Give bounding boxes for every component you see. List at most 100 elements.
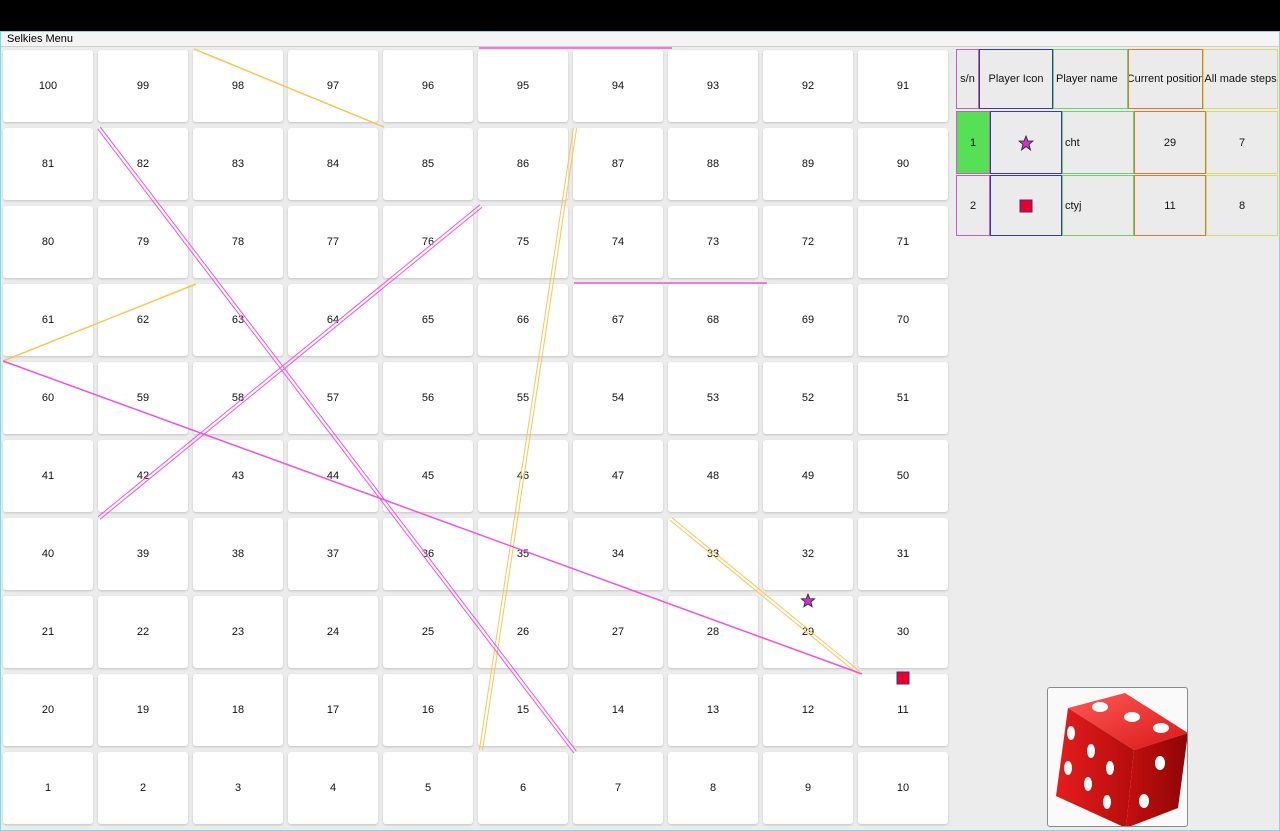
board-cell-74: 74 [573, 206, 663, 278]
board-cell-62: 62 [98, 284, 188, 356]
board-cell-27: 27 [573, 596, 663, 668]
board-cell-46: 46 [478, 440, 568, 512]
board-cell-81: 81 [3, 128, 93, 200]
board-cell-56: 56 [383, 362, 473, 434]
player-2-steps: 8 [1206, 175, 1278, 236]
star-icon [1018, 134, 1034, 151]
dice-icon [1056, 693, 1188, 828]
board-cell-57: 57 [288, 362, 378, 434]
player-1-icon-cell [990, 111, 1062, 174]
dice-button[interactable] [1047, 687, 1188, 828]
board-cell-19: 19 [98, 674, 188, 746]
board-cell-25: 25 [383, 596, 473, 668]
board-cell-33: 33 [668, 518, 758, 590]
board-cell-7: 7 [573, 752, 663, 824]
board-cell-15: 15 [478, 674, 568, 746]
board-cell-80: 80 [3, 206, 93, 278]
board-cell-1: 1 [3, 752, 93, 824]
board-cell-96: 96 [383, 50, 473, 122]
board-cell-93: 93 [668, 50, 758, 122]
board-cell-75: 75 [478, 206, 568, 278]
board-cell-42: 42 [98, 440, 188, 512]
board-cell-87: 87 [573, 128, 663, 200]
board-cell-32: 32 [763, 518, 853, 590]
board-cell-45: 45 [383, 440, 473, 512]
board-cell-14: 14 [573, 674, 663, 746]
board-cell-31: 31 [858, 518, 948, 590]
board-cell-30: 30 [858, 596, 948, 668]
menu-bar[interactable]: Selkies Menu [1, 32, 1279, 47]
board-cell-59: 59 [98, 362, 188, 434]
player-2-position: 11 [1134, 175, 1206, 236]
player-2-sn: 2 [956, 175, 990, 236]
square-icon [1019, 199, 1033, 212]
board-cell-65: 65 [383, 284, 473, 356]
board-cell-71: 71 [858, 206, 948, 278]
board-cell-6: 6 [478, 752, 568, 824]
board-cell-34: 34 [573, 518, 663, 590]
board-cell-35: 35 [478, 518, 568, 590]
header-player-name: Player name [1053, 49, 1128, 109]
board-cell-49: 49 [763, 440, 853, 512]
board-cell-22: 22 [98, 596, 188, 668]
board-cell-70: 70 [858, 284, 948, 356]
game-board: 100 99 98 97 96 95 94 93 92 91 81 82 83 84 85 86 87 88 89 9… [0, 46, 955, 831]
header-sn: s/n [956, 49, 979, 109]
board-cell-43: 43 [193, 440, 283, 512]
board-cell-8: 8 [668, 752, 758, 824]
board-cell-67: 67 [573, 284, 663, 356]
header-current-position: Current position [1128, 49, 1203, 109]
board-cell-18: 18 [193, 674, 283, 746]
board-cell-48: 48 [668, 440, 758, 512]
board-cell-52: 52 [763, 362, 853, 434]
board-cell-47: 47 [573, 440, 663, 512]
board-cell-97: 97 [288, 50, 378, 122]
board-cell-54: 54 [573, 362, 663, 434]
board-cell-50: 50 [858, 440, 948, 512]
header-all-made-steps: All made steps [1203, 49, 1278, 109]
player-1-name: cht [1062, 111, 1134, 174]
board-cell-23: 23 [193, 596, 283, 668]
board-cell-61: 61 [3, 284, 93, 356]
board-cell-13: 13 [668, 674, 758, 746]
board-cell-28: 28 [668, 596, 758, 668]
board-cell-83: 83 [193, 128, 283, 200]
board-cell-21: 21 [3, 596, 93, 668]
board-cell-94: 94 [573, 50, 663, 122]
board-cell-40: 40 [3, 518, 93, 590]
board-cell-5: 5 [383, 752, 473, 824]
menu-title[interactable]: Selkies Menu [1, 33, 73, 45]
board-cell-11: 11 [858, 674, 948, 746]
board-cell-2: 2 [98, 752, 188, 824]
board-cell-66: 66 [478, 284, 568, 356]
board-cell-88: 88 [668, 128, 758, 200]
board-cell-77: 77 [288, 206, 378, 278]
board-cell-51: 51 [858, 362, 948, 434]
player-1-position: 29 [1134, 111, 1206, 174]
board-cell-85: 85 [383, 128, 473, 200]
board-cell-24: 24 [288, 596, 378, 668]
board-cell-84: 84 [288, 128, 378, 200]
board-cell-60: 60 [3, 362, 93, 434]
board-cell-38: 38 [193, 518, 283, 590]
board-cell-86: 86 [478, 128, 568, 200]
board-cell-64: 64 [288, 284, 378, 356]
board-cell-95: 95 [478, 50, 568, 122]
player-2-name: ctyj [1062, 175, 1134, 236]
board-cell-44: 44 [288, 440, 378, 512]
board-cell-73: 73 [668, 206, 758, 278]
board-cell-41: 41 [3, 440, 93, 512]
top-black-bar [0, 0, 1280, 31]
board-cell-3: 3 [193, 752, 283, 824]
board-cell-4: 4 [288, 752, 378, 824]
player-1-steps: 7 [1206, 111, 1278, 174]
board-cell-37: 37 [288, 518, 378, 590]
board-cell-63: 63 [193, 284, 283, 356]
board-cell-39: 39 [98, 518, 188, 590]
board-cell-91: 91 [858, 50, 948, 122]
board-cell-82: 82 [98, 128, 188, 200]
board-cell-68: 68 [668, 284, 758, 356]
board-cell-79: 79 [98, 206, 188, 278]
board-cell-29: 29 [763, 596, 853, 668]
board-cell-98: 98 [193, 50, 283, 122]
